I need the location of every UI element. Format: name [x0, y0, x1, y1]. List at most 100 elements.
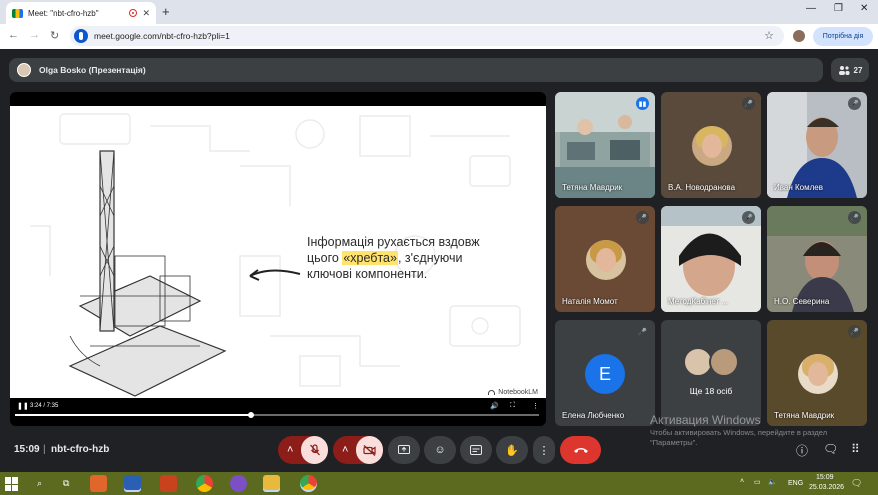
- slide-line-1: Інформація рухається вздовж: [307, 235, 480, 249]
- participant-tile[interactable]: E 🎤 Елена Любченко: [555, 320, 655, 426]
- video-timecode: 3:24 / 7:35: [30, 403, 59, 409]
- more-participants-label: Ще 18 осіб: [689, 386, 733, 396]
- participant-tile[interactable]: 🎤 МетодКабінет ...: [661, 206, 761, 312]
- present-screen-button[interactable]: [388, 436, 420, 464]
- slide-line-2: цього «хребта», з'єднуючи: [307, 250, 507, 266]
- browser-tab-meet[interactable]: Meet: "nbt-cfro-hzb" ✕: [6, 2, 156, 24]
- participant-name: Тетяна Мавдрик: [562, 183, 623, 192]
- more-options-button[interactable]: ⋮: [533, 436, 555, 464]
- participant-name: Иван Комлев: [774, 183, 823, 192]
- chat-icon[interactable]: 🗨: [823, 442, 838, 456]
- action-required-button[interactable]: Потрібна дія: [813, 27, 873, 46]
- participant-name: Тетяна Мавдрик: [774, 411, 835, 420]
- mic-off-icon: 🎤: [636, 325, 649, 338]
- reload-icon[interactable]: ↻: [50, 29, 59, 42]
- chrome-icon[interactable]: [196, 475, 213, 492]
- url-text[interactable]: meet.google.com/nbt-cfro-hzb?pli=1: [94, 31, 230, 41]
- slide-line-2-prefix: цього: [307, 251, 343, 265]
- file-explorer-icon[interactable]: [263, 475, 280, 492]
- language-indicator[interactable]: ENG: [788, 480, 803, 487]
- task-view-icon[interactable]: ⧉: [63, 478, 69, 489]
- close-window-button[interactable]: ✕: [860, 3, 868, 14]
- tab-close-icon[interactable]: ✕: [142, 8, 150, 19]
- chevron-up-icon[interactable]: ˄: [740, 478, 744, 485]
- more-participants-tile[interactable]: Ще 18 осіб: [661, 320, 761, 426]
- participant-tile[interactable]: 🎤 Иван Комлев: [767, 92, 867, 198]
- browser-tab-strip: Meet: "nbt-cfro-hzb" ✕ + — ❐ ✕: [0, 0, 878, 24]
- network-icon[interactable]: ▭: [754, 478, 761, 486]
- forward-arrow-icon[interactable]: →: [29, 29, 40, 41]
- video-progress-fill: [15, 414, 251, 416]
- participant-tile[interactable]: 🎤 Н.О. Северина: [767, 206, 867, 312]
- camera-toggle-button[interactable]: [356, 436, 383, 464]
- taskbar-clock-time[interactable]: 15:09: [816, 474, 834, 481]
- slide-line-2-suffix: , з'єднуючи: [397, 251, 463, 265]
- slide-highlight: «хребта»: [342, 251, 398, 265]
- leave-call-button[interactable]: [560, 436, 601, 464]
- presenter-avatar: [17, 63, 31, 77]
- presenter-name: Olga Bosko (Презентація): [39, 65, 146, 75]
- more-vert-icon: ⋮: [538, 444, 550, 457]
- fullscreen-icon[interactable]: ⛶: [510, 402, 515, 410]
- pause-icon[interactable]: ❚❚: [17, 402, 29, 410]
- chevron-up-icon: ˄: [287, 444, 294, 456]
- mic-off-icon: [309, 444, 320, 456]
- mic-off-icon: 🎤: [848, 97, 861, 110]
- participant-tile[interactable]: 🎤 Наталія Момот: [555, 206, 655, 312]
- windows-start-icon[interactable]: [5, 477, 19, 491]
- viber-icon[interactable]: [230, 475, 247, 492]
- taskbar-clock-date[interactable]: 25.03.2026: [809, 484, 844, 491]
- participant-avatar: [798, 354, 838, 394]
- participant-tile[interactable]: 🎤 Тетяна Мавдрик: [767, 320, 867, 426]
- chevron-up-icon: ˄: [342, 444, 349, 456]
- mic-off-icon: 🎤: [742, 97, 755, 110]
- back-arrow-icon[interactable]: ←: [8, 29, 19, 41]
- new-tab-button[interactable]: +: [162, 4, 170, 19]
- more-options-icon[interactable]: ⋮: [532, 402, 539, 410]
- slide-caption: Інформація рухається вздовж цього «хребт…: [307, 234, 507, 282]
- windows-activation-title: Активация Windows: [650, 413, 761, 427]
- powerpoint-icon[interactable]: [160, 475, 177, 492]
- site-info-icon[interactable]: [74, 29, 88, 43]
- raise-hand-button[interactable]: ✋: [496, 436, 528, 464]
- participant-tile[interactable]: ▮▮ Тетяна Мавдрик: [555, 92, 655, 198]
- presentation-header: Olga Bosko (Презентація): [9, 58, 823, 82]
- microphone-toggle-button[interactable]: [301, 436, 328, 464]
- speaker-icon[interactable]: 🔈: [768, 478, 777, 486]
- address-bar[interactable]: meet.google.com/nbt-cfro-hzb?pli=1 ☆: [70, 26, 784, 46]
- participant-name: МетодКабінет ...: [668, 297, 729, 306]
- windows-taskbar: ⌕ ⧉ ˄ ▭ 🔈 ENG 15:09 25.03.2026 🗨: [0, 472, 878, 495]
- meeting-info-icon[interactable]: ⓘ: [796, 442, 808, 459]
- brand-name: NotebookLM: [498, 389, 538, 396]
- mic-off-icon: 🎤: [848, 211, 861, 224]
- profile-avatar[interactable]: [793, 30, 805, 42]
- media-player-icon[interactable]: [90, 475, 107, 492]
- reactions-button[interactable]: ☺: [424, 436, 456, 464]
- video-progress-bar[interactable]: [15, 412, 539, 418]
- participant-tile[interactable]: 🎤 В.А. Новодранова: [661, 92, 761, 198]
- video-progress-knob[interactable]: [247, 412, 254, 418]
- meeting-code: nbt-cfro-hzb: [51, 444, 110, 455]
- search-icon[interactable]: ⌕: [37, 478, 42, 489]
- tab-title: Meet: "nbt-cfro-hzb": [28, 8, 99, 18]
- notebooklm-brand: NotebookLM: [488, 389, 538, 396]
- meet-favicon-icon: [12, 8, 23, 18]
- notifications-icon[interactable]: 🗨: [851, 478, 862, 489]
- more-participants-avatars: [683, 347, 741, 377]
- notebooklm-logo-icon: [488, 390, 496, 395]
- people-button[interactable]: 27: [831, 58, 869, 82]
- maximize-button[interactable]: ❐: [834, 3, 843, 14]
- activities-icon[interactable]: ⠿: [851, 442, 860, 456]
- participant-name: Елена Любченко: [562, 411, 625, 420]
- avatar: [709, 347, 739, 377]
- volume-icon[interactable]: 🔊: [490, 402, 499, 410]
- bookmark-star-icon[interactable]: ☆: [764, 29, 774, 42]
- shared-slide: Інформація рухається вздовж цього «хребт…: [10, 106, 546, 402]
- participant-avatar: [586, 240, 626, 280]
- chrome-active-icon[interactable]: [300, 475, 317, 492]
- video-player-controls: ❚❚ 3:24 / 7:35 🔊 ⛶ ⋮: [10, 398, 546, 426]
- word-icon[interactable]: [124, 475, 141, 492]
- captions-button[interactable]: [460, 436, 492, 464]
- mic-off-icon: 🎤: [636, 211, 649, 224]
- minimize-button[interactable]: —: [806, 3, 816, 14]
